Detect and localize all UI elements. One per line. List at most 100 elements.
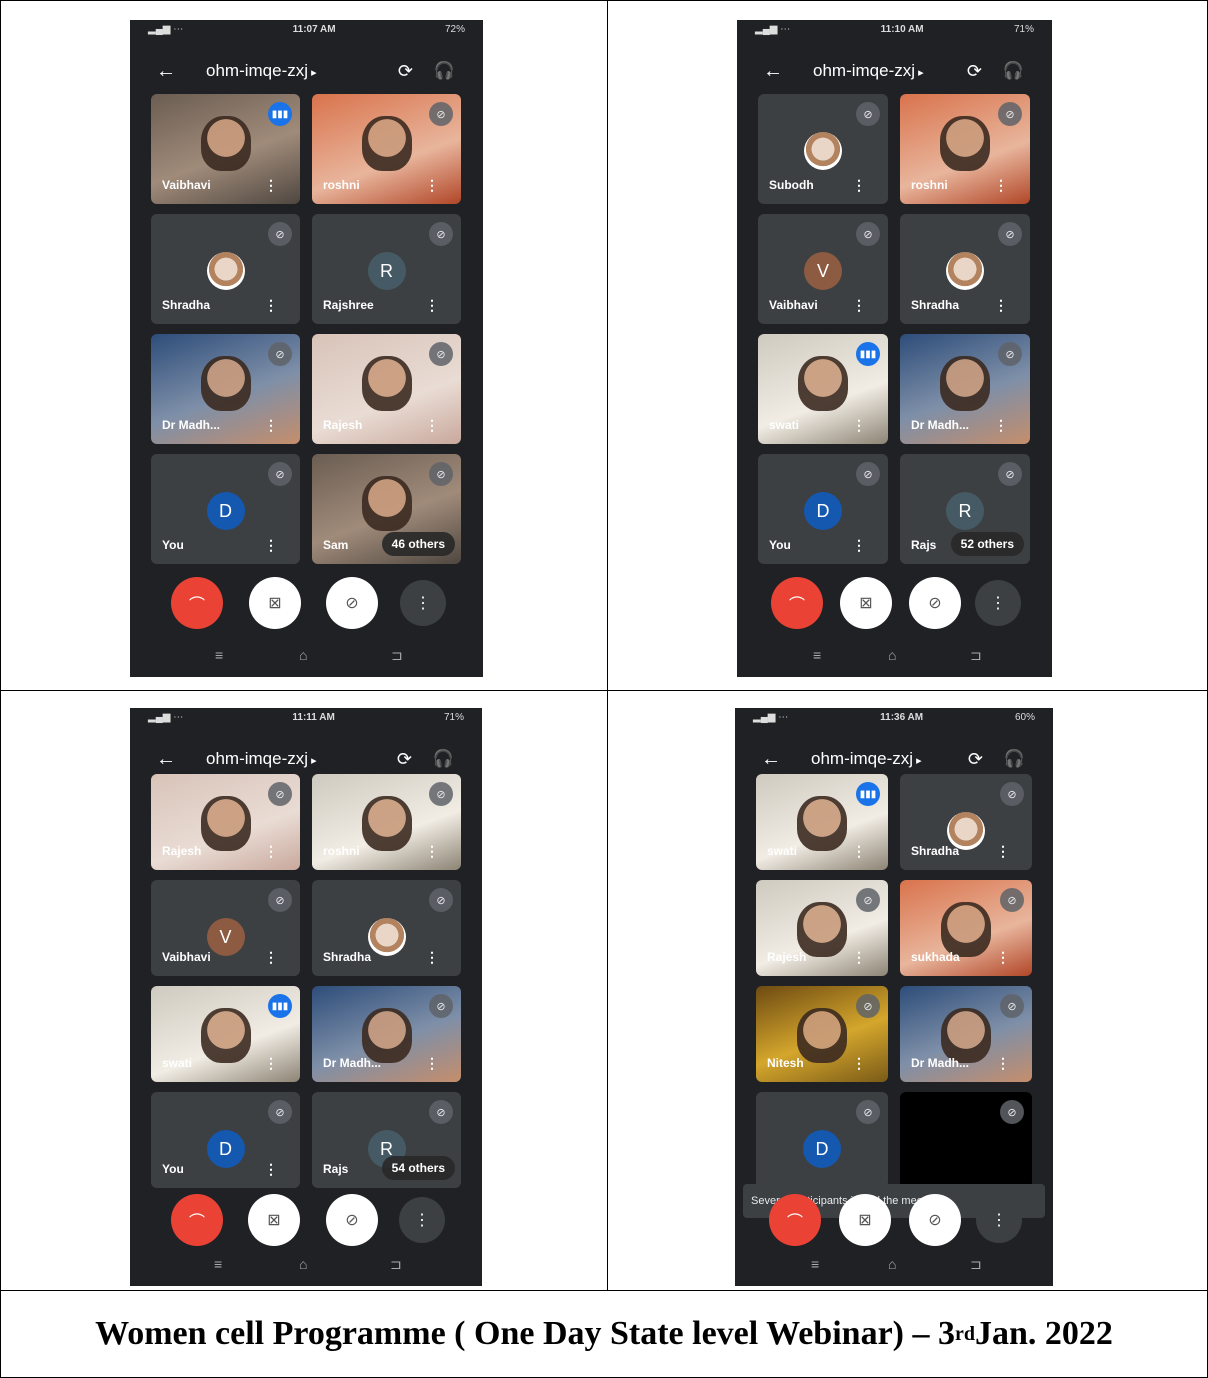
more-options-icon[interactable]: ⋮ bbox=[425, 417, 439, 434]
more-options-icon[interactable]: ⋮ bbox=[264, 417, 278, 434]
more-options-icon[interactable]: ⋮ bbox=[852, 297, 866, 314]
participant-tile[interactable]: ⊘ Nitesh ⋮ bbox=[756, 986, 888, 1082]
home-icon[interactable]: ⌂ bbox=[299, 647, 307, 663]
participant-tile[interactable]: ⊘ Rajesh ⋮ bbox=[312, 334, 461, 444]
camera-flip-icon[interactable]: ⟳ bbox=[397, 749, 412, 770]
caret-right-icon[interactable]: ▸ bbox=[915, 67, 924, 79]
more-options-icon[interactable]: ⋮ bbox=[264, 297, 278, 314]
participant-tile[interactable]: V ⊘ Vaibhavi ⋮ bbox=[758, 214, 888, 324]
more-options-icon[interactable]: ⋮ bbox=[852, 417, 866, 434]
end-call-icon[interactable]: ⌒ bbox=[171, 577, 223, 629]
home-icon[interactable]: ⌂ bbox=[888, 647, 896, 663]
mic-off-icon[interactable]: ⊘ bbox=[909, 577, 961, 629]
headphones-icon[interactable]: 🎧 bbox=[434, 61, 455, 81]
more-options-icon[interactable]: ⋮ bbox=[994, 297, 1008, 314]
caret-right-icon[interactable]: ▸ bbox=[308, 755, 317, 767]
more-options-icon[interactable]: ⋮ bbox=[264, 177, 278, 194]
participant-tile[interactable]: ⊘ Shradha ⋮ bbox=[900, 774, 1032, 870]
participant-tile[interactable]: ⊘ Dr Madh... ⋮ bbox=[900, 334, 1030, 444]
participant-tile[interactable]: ⊘ roshni ⋮ bbox=[312, 94, 461, 204]
participant-tile[interactable]: ⊘ roshni ⋮ bbox=[312, 774, 461, 870]
camera-off-icon[interactable]: ⊠ bbox=[839, 1194, 891, 1246]
back-nav-icon[interactable]: ⊐ bbox=[970, 647, 982, 664]
participant-tile[interactable]: R ⊘ Rajs 54 others bbox=[312, 1092, 461, 1188]
more-options-icon[interactable]: ⋮ bbox=[852, 1055, 866, 1072]
caret-right-icon[interactable]: ▸ bbox=[913, 755, 922, 767]
meeting-code-button[interactable]: ohm-imqe-zxj ▸ bbox=[811, 749, 922, 769]
participant-tile[interactable]: D ⊘ You ⋮ bbox=[151, 454, 300, 564]
participant-tile[interactable]: ⊘ sukhada ⋮ bbox=[900, 880, 1032, 976]
participant-tile[interactable]: ⊘ Subodh ⋮ bbox=[758, 94, 888, 204]
recents-icon[interactable]: ≡ bbox=[811, 1256, 819, 1272]
headphones-icon[interactable]: 🎧 bbox=[433, 749, 454, 769]
camera-flip-icon[interactable]: ⟳ bbox=[398, 61, 413, 82]
camera-off-icon[interactable]: ⊠ bbox=[249, 577, 301, 629]
participant-tile[interactable]: ⊘ Rajesh ⋮ bbox=[151, 774, 300, 870]
participant-tile[interactable]: ⊘ bbox=[900, 1092, 1032, 1188]
camera-flip-icon[interactable]: ⟳ bbox=[968, 749, 983, 770]
more-options-icon[interactable]: ⋮ bbox=[264, 1161, 278, 1178]
participant-tile[interactable]: ▮▮▮ swati ⋮ bbox=[756, 774, 888, 870]
mic-off-icon[interactable]: ⊘ bbox=[326, 1194, 378, 1246]
more-options-icon[interactable]: ⋮ bbox=[425, 297, 439, 314]
camera-off-icon[interactable]: ⊠ bbox=[248, 1194, 300, 1246]
others-count-badge[interactable]: 46 others bbox=[381, 532, 455, 556]
meeting-code-button[interactable]: ohm-imqe-zxj ▸ bbox=[206, 749, 317, 769]
end-call-icon[interactable]: ⌒ bbox=[171, 1194, 223, 1246]
recents-icon[interactable]: ≡ bbox=[215, 647, 223, 663]
headphones-icon[interactable]: 🎧 bbox=[1004, 749, 1025, 769]
participant-tile[interactable]: ⊘ Rajesh ⋮ bbox=[756, 880, 888, 976]
more-options-icon[interactable]: ⋮ bbox=[264, 949, 278, 966]
participant-tile[interactable]: D ⊘ You ⋮ bbox=[151, 1092, 300, 1188]
participant-tile[interactable]: ▮▮▮ swati ⋮ bbox=[758, 334, 888, 444]
more-options-icon[interactable]: ⋮ bbox=[994, 177, 1008, 194]
recents-icon[interactable]: ≡ bbox=[214, 1256, 222, 1272]
more-vert-icon[interactable]: ⋮ bbox=[399, 1197, 445, 1243]
participant-tile[interactable]: ⊘ Shradha ⋮ bbox=[900, 214, 1030, 324]
more-vert-icon[interactable]: ⋮ bbox=[400, 580, 446, 626]
camera-off-icon[interactable]: ⊠ bbox=[840, 577, 892, 629]
caret-right-icon[interactable]: ▸ bbox=[308, 67, 317, 79]
more-options-icon[interactable]: ⋮ bbox=[425, 843, 439, 860]
participant-tile[interactable]: ⊘ Shradha ⋮ bbox=[312, 880, 461, 976]
others-count-badge[interactable]: 54 others bbox=[381, 1156, 455, 1180]
more-options-icon[interactable]: ⋮ bbox=[852, 843, 866, 860]
headphones-icon[interactable]: 🎧 bbox=[1003, 61, 1024, 81]
others-count-badge[interactable]: 52 others bbox=[950, 532, 1024, 556]
back-nav-icon[interactable]: ⊐ bbox=[390, 1256, 402, 1273]
more-vert-icon[interactable]: ⋮ bbox=[976, 1197, 1022, 1243]
camera-flip-icon[interactable]: ⟳ bbox=[967, 61, 982, 82]
back-arrow-icon[interactable]: ← bbox=[763, 60, 783, 83]
more-options-icon[interactable]: ⋮ bbox=[994, 417, 1008, 434]
more-options-icon[interactable]: ⋮ bbox=[264, 843, 278, 860]
participant-tile[interactable]: R ⊘ Rajshree ⋮ bbox=[312, 214, 461, 324]
participant-tile[interactable]: ⊘ Dr Madh... ⋮ bbox=[312, 986, 461, 1082]
back-arrow-icon[interactable]: ← bbox=[761, 748, 781, 771]
meeting-code-button[interactable]: ohm-imqe-zxj ▸ bbox=[813, 61, 924, 81]
more-options-icon[interactable]: ⋮ bbox=[425, 949, 439, 966]
more-options-icon[interactable]: ⋮ bbox=[996, 843, 1010, 860]
more-options-icon[interactable]: ⋮ bbox=[996, 949, 1010, 966]
more-options-icon[interactable]: ⋮ bbox=[852, 949, 866, 966]
back-nav-icon[interactable]: ⊐ bbox=[391, 647, 403, 664]
more-options-icon[interactable]: ⋮ bbox=[996, 1055, 1010, 1072]
participant-tile[interactable]: D ⊘ You ⋮ bbox=[758, 454, 888, 564]
more-options-icon[interactable]: ⋮ bbox=[425, 1055, 439, 1072]
participant-tile[interactable]: ⊘ roshni ⋮ bbox=[900, 94, 1030, 204]
meeting-code-button[interactable]: ohm-imqe-zxj ▸ bbox=[206, 61, 317, 81]
participant-tile[interactable]: ▮▮▮ swati ⋮ bbox=[151, 986, 300, 1082]
participant-tile[interactable]: ⊘ Dr Madh... ⋮ bbox=[900, 986, 1032, 1082]
mic-off-icon[interactable]: ⊘ bbox=[326, 577, 378, 629]
participant-tile[interactable]: D ⊘ bbox=[756, 1092, 888, 1188]
recents-icon[interactable]: ≡ bbox=[813, 647, 821, 663]
end-call-icon[interactable]: ⌒ bbox=[771, 577, 823, 629]
participant-tile[interactable]: V ⊘ Vaibhavi ⋮ bbox=[151, 880, 300, 976]
back-arrow-icon[interactable]: ← bbox=[156, 60, 176, 83]
participant-tile[interactable]: ⊘ Sam 46 others bbox=[312, 454, 461, 564]
more-options-icon[interactable]: ⋮ bbox=[264, 537, 278, 554]
end-call-icon[interactable]: ⌒ bbox=[769, 1194, 821, 1246]
home-icon[interactable]: ⌂ bbox=[299, 1256, 307, 1272]
more-options-icon[interactable]: ⋮ bbox=[852, 537, 866, 554]
participant-tile[interactable]: ⊘ Shradha ⋮ bbox=[151, 214, 300, 324]
more-options-icon[interactable]: ⋮ bbox=[425, 177, 439, 194]
